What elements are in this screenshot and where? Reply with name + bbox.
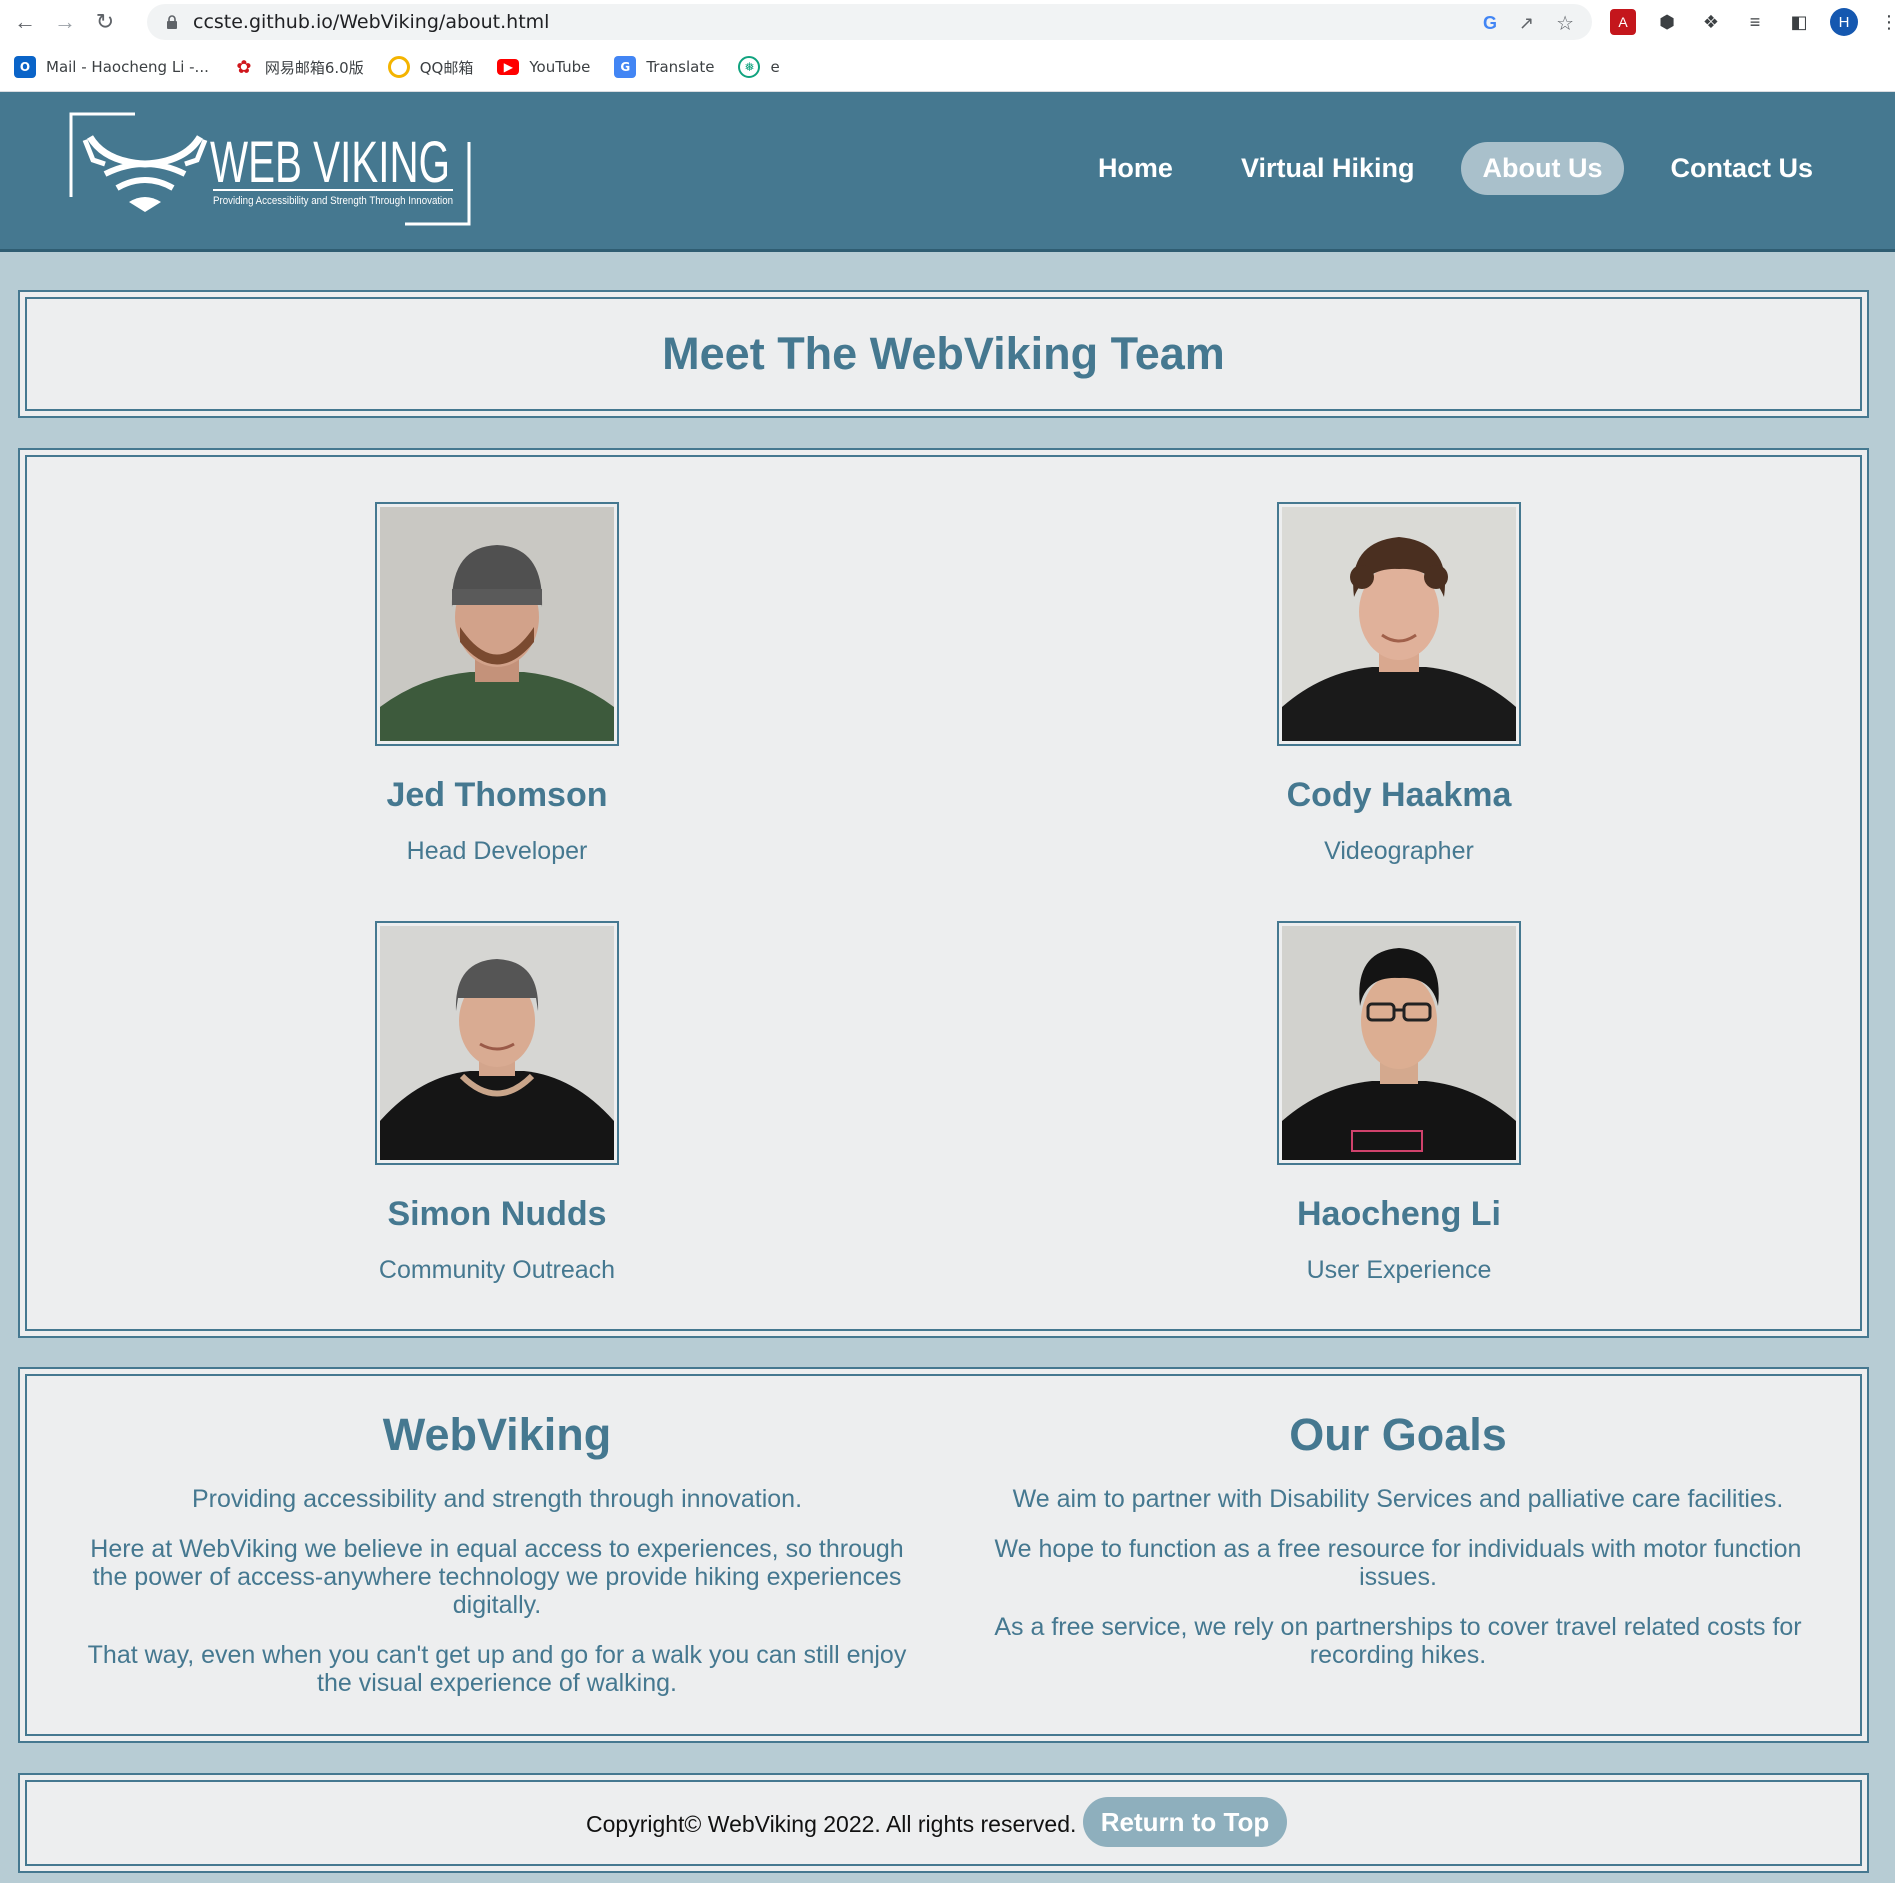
web-viking-logo[interactable]: WEB VIKING Providing Accessibility and S…: [65, 102, 477, 236]
bookmark-item[interactable]: ❅ e: [738, 56, 780, 78]
bookmark-item[interactable]: ▶ YouTube: [497, 58, 590, 76]
member-name: Cody Haakma: [1286, 776, 1512, 814]
url-text[interactable]: ccste.github.io/WebViking/about.html: [193, 11, 549, 33]
nav-home[interactable]: Home: [1076, 142, 1195, 195]
menu-dots-icon[interactable]: ⋮: [1876, 9, 1895, 35]
member-name: Simon Nudds: [387, 1195, 607, 1233]
bookmark-item[interactable]: QQ邮箱: [387, 56, 473, 78]
member-photo: [1277, 502, 1521, 746]
back-arrow-icon[interactable]: ←: [10, 7, 40, 37]
info-panel: WebViking Providing accessibility and st…: [18, 1367, 1869, 1743]
translate-icon: G: [614, 56, 637, 78]
member-role: Videographer: [1324, 837, 1474, 865]
member-photo: [1277, 921, 1521, 1165]
qq-mail-icon: [387, 56, 410, 78]
logo-tagline: Providing Accessibility and Strength Thr…: [213, 195, 453, 207]
nav-virtual-hiking[interactable]: Virtual Hiking: [1219, 142, 1437, 195]
team-heading-panel: Meet The WebViking Team: [18, 290, 1869, 418]
team-member-card: Jed Thomson Head Developer: [247, 502, 747, 866]
bookmarks-bar: O Mail - Haocheng Li -... ✿ 网易邮箱6.0版 QQ邮…: [0, 50, 790, 84]
forward-arrow-icon[interactable]: →: [50, 7, 80, 37]
about-title: WebViking: [382, 1409, 612, 1460]
chatgpt-icon: ❅: [738, 56, 761, 78]
share-icon[interactable]: ↗: [1519, 13, 1534, 34]
youtube-icon: ▶: [497, 59, 520, 75]
puzzle-icon[interactable]: ❖: [1698, 9, 1724, 35]
goals-title: Our Goals: [1289, 1409, 1507, 1460]
member-role: Community Outreach: [378, 1256, 616, 1284]
about-paragraph: Providing accessibility and strength thr…: [191, 1485, 803, 1513]
about-column: WebViking Providing accessibility and st…: [87, 1409, 907, 1697]
extension-hex-icon[interactable]: ⬢: [1654, 9, 1680, 35]
lock-icon: [167, 15, 177, 29]
goals-paragraph: As a free service, we rely on partnershi…: [994, 1613, 1802, 1669]
bookmark-item[interactable]: ✿ 网易邮箱6.0版: [232, 56, 364, 78]
member-photo: [375, 502, 619, 746]
about-paragraph: That way, even when you can't get up and…: [87, 1641, 907, 1697]
copyright-text: Copyright© WebViking 2022. All rights re…: [586, 1811, 1077, 1837]
logo-title: WEB VIKING: [210, 130, 450, 195]
address-bar[interactable]: ccste.github.io/WebViking/about.html G ↗…: [147, 4, 1592, 40]
return-to-top-button[interactable]: Return to Top: [1083, 1797, 1287, 1847]
nav-about-us[interactable]: About Us: [1460, 142, 1625, 195]
browser-toolbar: ← → ↻ ccste.github.io/WebViking/about.ht…: [0, 0, 1895, 44]
team-member-card: Haocheng Li User Experience: [1149, 921, 1649, 1285]
site-header: WEB VIKING Providing Accessibility and S…: [0, 92, 1895, 252]
bookmark-item[interactable]: G Translate: [614, 56, 714, 78]
member-photo: [375, 921, 619, 1165]
acrobat-icon[interactable]: A: [1610, 9, 1636, 35]
profile-avatar[interactable]: H: [1830, 8, 1858, 36]
page-title: Meet The WebViking Team: [662, 328, 1225, 379]
netease-mail-icon: ✿: [232, 56, 255, 78]
team-member-card: Cody Haakma Videographer: [1149, 502, 1649, 866]
reload-icon[interactable]: ↻: [90, 7, 120, 37]
nav-contact-us[interactable]: Contact Us: [1648, 142, 1835, 195]
member-role: Head Developer: [406, 837, 588, 865]
member-name: Jed Thomson: [386, 776, 608, 814]
about-paragraph: Here at WebViking we believe in equal ac…: [90, 1535, 904, 1619]
bookmark-star-icon[interactable]: ☆: [1556, 11, 1574, 36]
member-name: Haocheng Li: [1296, 1195, 1502, 1233]
bookmark-item[interactable]: O Mail - Haocheng Li -...: [14, 56, 209, 78]
outlook-icon: O: [14, 56, 36, 78]
goals-column: Our Goals We aim to partner with Disabil…: [988, 1409, 1808, 1669]
browser-chrome: ← → ↻ ccste.github.io/WebViking/about.ht…: [0, 0, 1895, 92]
member-role: User Experience: [1306, 1256, 1492, 1284]
media-queue-icon[interactable]: ≡: [1742, 9, 1768, 35]
goals-paragraph: We aim to partner with Disability Servic…: [1012, 1485, 1784, 1513]
team-member-card: Simon Nudds Community Outreach: [247, 921, 747, 1285]
team-panel: Jed Thomson Head Developer Cody Haakma V…: [18, 448, 1869, 1338]
google-icon[interactable]: G: [1483, 13, 1497, 34]
main-nav: Home Virtual Hiking About Us Contact Us: [1076, 142, 1835, 195]
side-panel-icon[interactable]: ◧: [1786, 9, 1812, 35]
site-footer: Copyright© WebViking 2022. All rights re…: [18, 1773, 1869, 1873]
goals-paragraph: We hope to function as a free resource f…: [994, 1535, 1802, 1591]
